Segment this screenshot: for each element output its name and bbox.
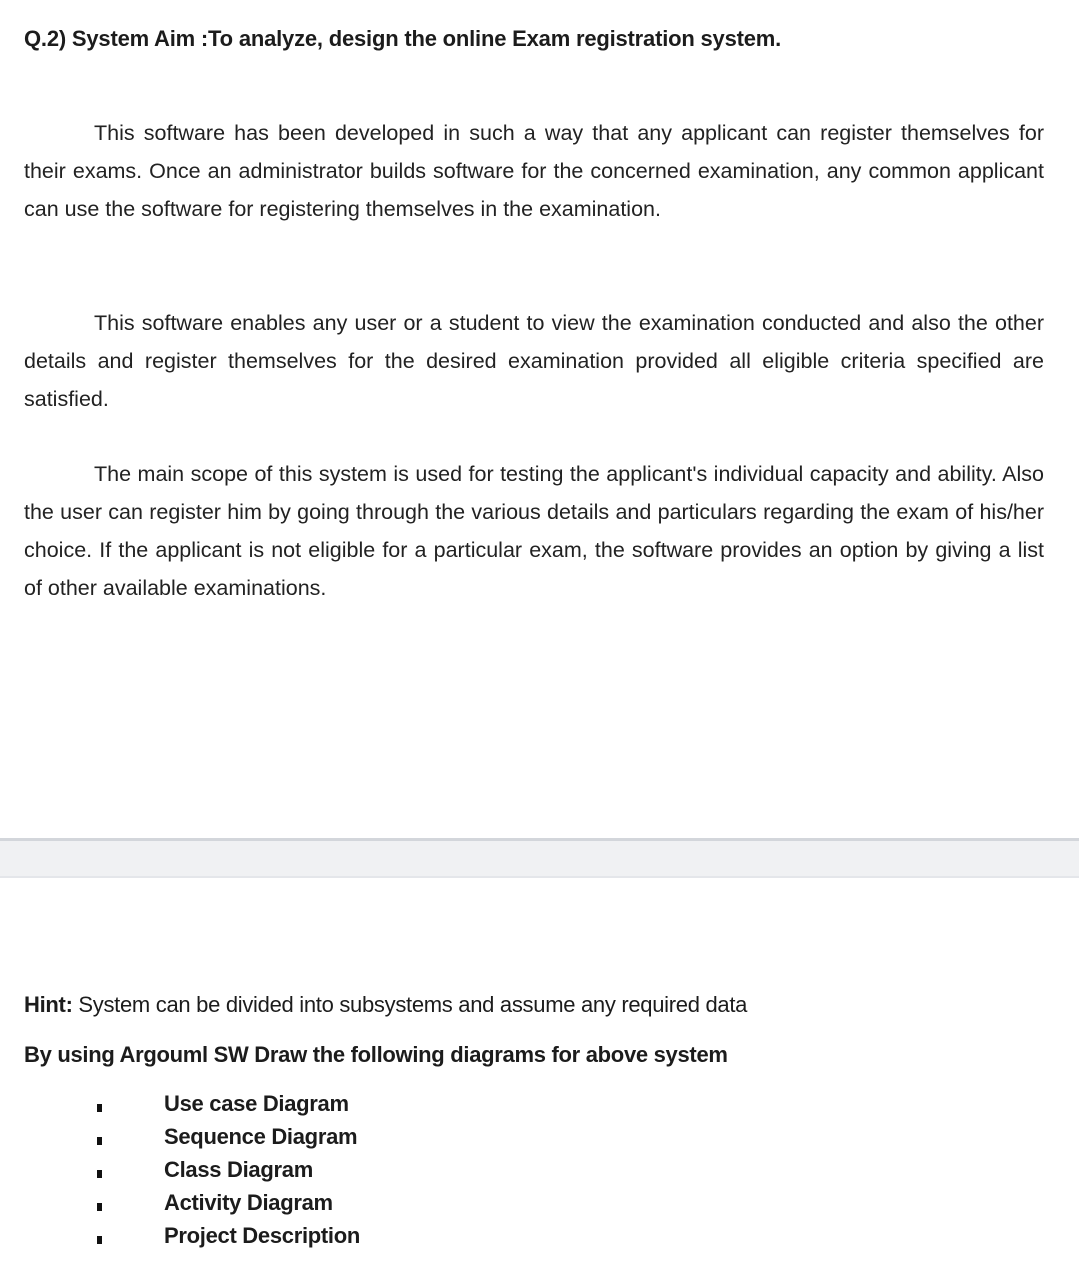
list-item-label: Project Description	[164, 1223, 361, 1248]
square-bullet-icon	[97, 1137, 102, 1145]
page-divider	[0, 838, 1079, 878]
list-item-label: Class Diagram	[164, 1157, 313, 1182]
question-title: Q.2) System Aim :To analyze, design the …	[24, 26, 782, 51]
hint-line: Hint: System can be divided into subsyst…	[24, 992, 747, 1018]
square-bullet-icon	[97, 1236, 102, 1244]
instruction-line: By using Argouml SW Draw the following d…	[24, 1042, 728, 1067]
square-bullet-icon	[97, 1170, 102, 1178]
paragraph-features: This software enables any user or a stud…	[24, 310, 1044, 411]
paragraph-overview: This software has been developed in such…	[24, 120, 1044, 221]
list-item-label: Sequence Diagram	[164, 1124, 358, 1149]
paragraph-scope: The main scope of this system is used fo…	[24, 461, 1044, 600]
hint-text: System can be divided into subsystems an…	[72, 992, 748, 1017]
list-item-label: Activity Diagram	[164, 1190, 333, 1215]
hint-label: Hint:	[24, 992, 73, 1017]
list-item-label: Use case Diagram	[164, 1091, 349, 1116]
square-bullet-icon	[97, 1203, 102, 1211]
square-bullet-icon	[97, 1104, 102, 1112]
